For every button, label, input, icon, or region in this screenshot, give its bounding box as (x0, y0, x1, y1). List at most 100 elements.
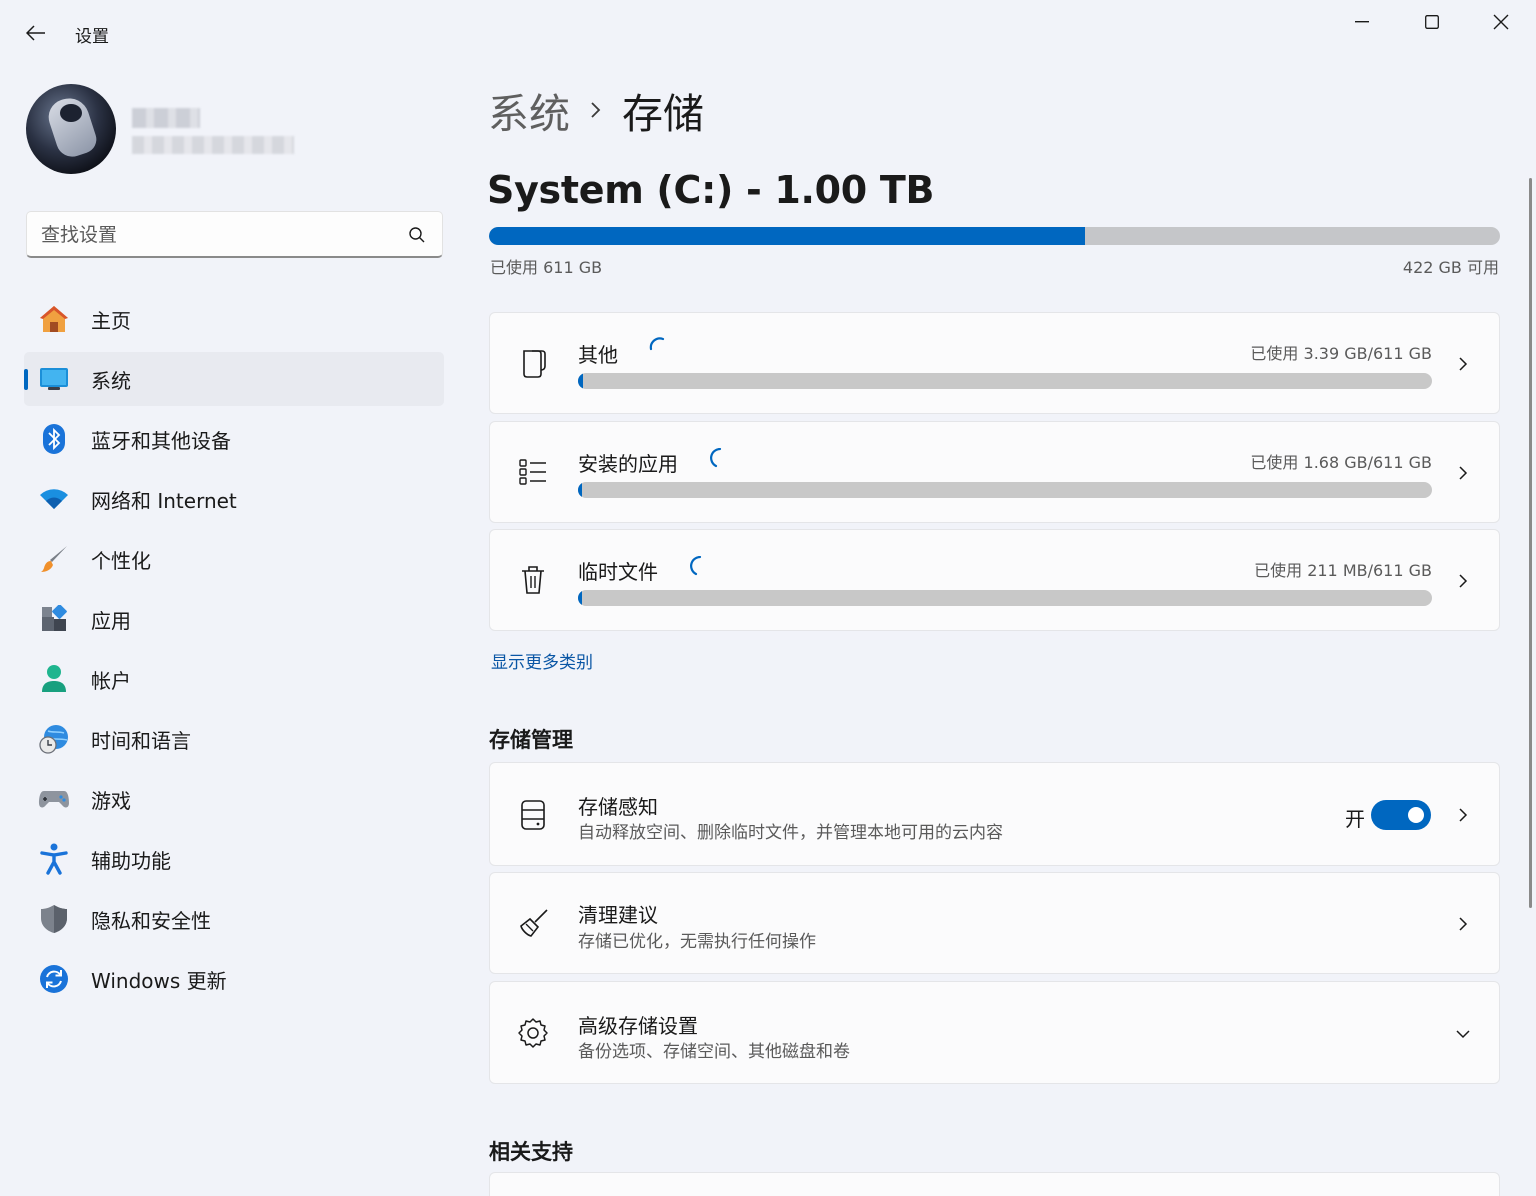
advanced-storage-settings-card[interactable]: 高级存储设置 备份选项、存储空间、其他磁盘和卷 (489, 981, 1500, 1084)
drive-usage-bar (489, 227, 1500, 245)
sidebar-item-home[interactable]: 主页 (24, 292, 444, 346)
setting-description: 存储已优化，无需执行任何操作 (578, 932, 816, 952)
sidebar-item-personalization[interactable]: 个性化 (24, 532, 444, 586)
storage-sense-icon (516, 798, 550, 832)
sidebar-item-label: 游戏 (91, 788, 131, 813)
sidebar-item-time-language[interactable]: 时间和语言 (24, 712, 444, 766)
drive-usage-fill (489, 227, 1086, 245)
app-title: 设置 (75, 27, 109, 47)
related-support-heading: 相关支持 (489, 1140, 573, 1164)
drive-used-label: 已使用 611 GB (490, 258, 603, 277)
loading-spinner-icon (649, 337, 665, 351)
close-button[interactable] (1469, 6, 1533, 38)
sidebar-item-accounts[interactable]: 帐户 (24, 652, 444, 706)
sidebar-item-label: 应用 (91, 608, 131, 633)
sidebar-item-bluetooth[interactable]: 蓝牙和其他设备 (24, 412, 444, 466)
bluetooth-icon (38, 423, 70, 455)
chevron-down-icon (1456, 1030, 1470, 1039)
system-display-icon (38, 363, 70, 395)
maximize-icon (1425, 15, 1439, 29)
category-used-label: 已使用 211 MB/611 GB (1254, 561, 1432, 580)
sidebar-item-privacy-security[interactable]: 隐私和安全性 (24, 892, 444, 946)
category-title: 安装的应用 (578, 452, 678, 476)
category-card-temp-files[interactable]: 临时文件 已使用 211 MB/611 GB (489, 529, 1500, 631)
sidebar-item-system[interactable]: 系统 (24, 352, 444, 406)
sidebar-item-label: 个性化 (91, 548, 151, 573)
trash-icon (516, 563, 550, 597)
chevron-right-icon (1459, 574, 1468, 588)
category-card-other[interactable]: 其他 已使用 3.39 GB/611 GB (489, 312, 1500, 414)
sidebar-item-label: 主页 (91, 308, 131, 333)
search-icon[interactable] (408, 226, 426, 244)
sidebar-item-accessibility[interactable]: 辅助功能 (24, 832, 444, 886)
setting-description: 备份选项、存储空间、其他磁盘和卷 (578, 1042, 850, 1062)
sidebar-item-gaming[interactable]: 游戏 (24, 772, 444, 826)
home-icon (38, 303, 70, 335)
account-icon (38, 663, 70, 695)
setting-title: 高级存储设置 (578, 1014, 698, 1038)
accessibility-icon (38, 843, 70, 875)
drive-free-label: 422 GB 可用 (1402, 258, 1499, 277)
setting-title: 清理建议 (578, 903, 658, 927)
show-more-categories-link[interactable]: 显示更多类别 (491, 648, 593, 673)
search-input[interactable] (41, 221, 391, 249)
storage-sense-card[interactable]: 存储感知 自动释放空间、删除临时文件，并管理本地可用的云内容 开 (489, 762, 1500, 866)
category-usage-bar (578, 482, 1432, 498)
minimize-icon (1355, 21, 1369, 23)
storage-sense-toggle[interactable] (1371, 800, 1431, 830)
category-usage-fill (578, 590, 583, 606)
sidebar-item-label: Windows 更新 (91, 968, 227, 993)
category-used-label: 已使用 3.39 GB/611 GB (1250, 344, 1432, 363)
wifi-icon (38, 483, 70, 515)
gear-icon (516, 1016, 550, 1050)
loading-spinner-icon (690, 556, 702, 576)
sidebar-item-label: 时间和语言 (91, 728, 191, 753)
scrollbar[interactable] (1529, 178, 1532, 908)
chevron-right-icon (1459, 917, 1468, 931)
sidebar-nav: 主页 系统 蓝牙和其他设备 网络和 Internet 个性化 应用 帐户 时间和… (24, 292, 444, 1012)
category-title: 其他 (578, 343, 618, 367)
category-card-installed-apps[interactable]: 安装的应用 已使用 1.68 GB/611 GB (489, 421, 1500, 523)
back-button[interactable] (18, 16, 54, 50)
category-title: 临时文件 (578, 560, 658, 584)
breadcrumb: 系统 存储 (488, 80, 704, 140)
time-language-icon (38, 723, 70, 755)
sidebar-item-label: 辅助功能 (91, 848, 171, 873)
chevron-right-icon (1459, 808, 1468, 822)
search-box[interactable] (26, 211, 443, 258)
paintbrush-icon (38, 543, 70, 575)
document-icon (516, 346, 550, 380)
sidebar-item-label: 系统 (91, 368, 131, 393)
breadcrumb-parent[interactable]: 系统 (488, 80, 570, 140)
shield-icon (38, 903, 70, 935)
category-usage-fill (578, 482, 583, 498)
close-icon (1493, 14, 1509, 30)
page-title: 存储 (622, 90, 704, 138)
sidebar-item-windows-update[interactable]: Windows 更新 (24, 952, 444, 1006)
chevron-right-icon (1459, 466, 1468, 480)
cleanup-recommendations-card[interactable]: 清理建议 存储已优化，无需执行任何操作 (489, 872, 1500, 974)
related-support-card[interactable] (489, 1172, 1500, 1196)
avatar[interactable] (26, 84, 116, 174)
account-name-redacted (132, 108, 200, 128)
sidebar-item-apps[interactable]: 应用 (24, 592, 444, 646)
list-icon (516, 455, 550, 489)
broom-icon (516, 907, 550, 941)
chevron-right-icon (1459, 357, 1468, 371)
toggle-knob (1408, 807, 1424, 823)
sidebar-item-network[interactable]: 网络和 Internet (24, 472, 444, 526)
account-email-redacted (132, 136, 294, 154)
minimize-button[interactable] (1330, 6, 1394, 38)
gamepad-icon (38, 783, 70, 815)
category-usage-fill (578, 373, 583, 389)
setting-description: 自动释放空间、删除临时文件，并管理本地可用的云内容 (578, 823, 1003, 843)
title-bar: 设置 (0, 0, 1536, 64)
sidebar-item-label: 帐户 (91, 668, 131, 693)
maximize-button[interactable] (1400, 6, 1464, 38)
loading-spinner-icon (710, 448, 722, 468)
sidebar-item-label: 隐私和安全性 (91, 908, 211, 933)
windows-update-icon (38, 963, 70, 995)
drive-title: System (C:) - 1.00 TB (487, 168, 935, 212)
settings-window: 设置 主页 系统 (0, 0, 1536, 1196)
category-used-label: 已使用 1.68 GB/611 GB (1250, 453, 1432, 472)
